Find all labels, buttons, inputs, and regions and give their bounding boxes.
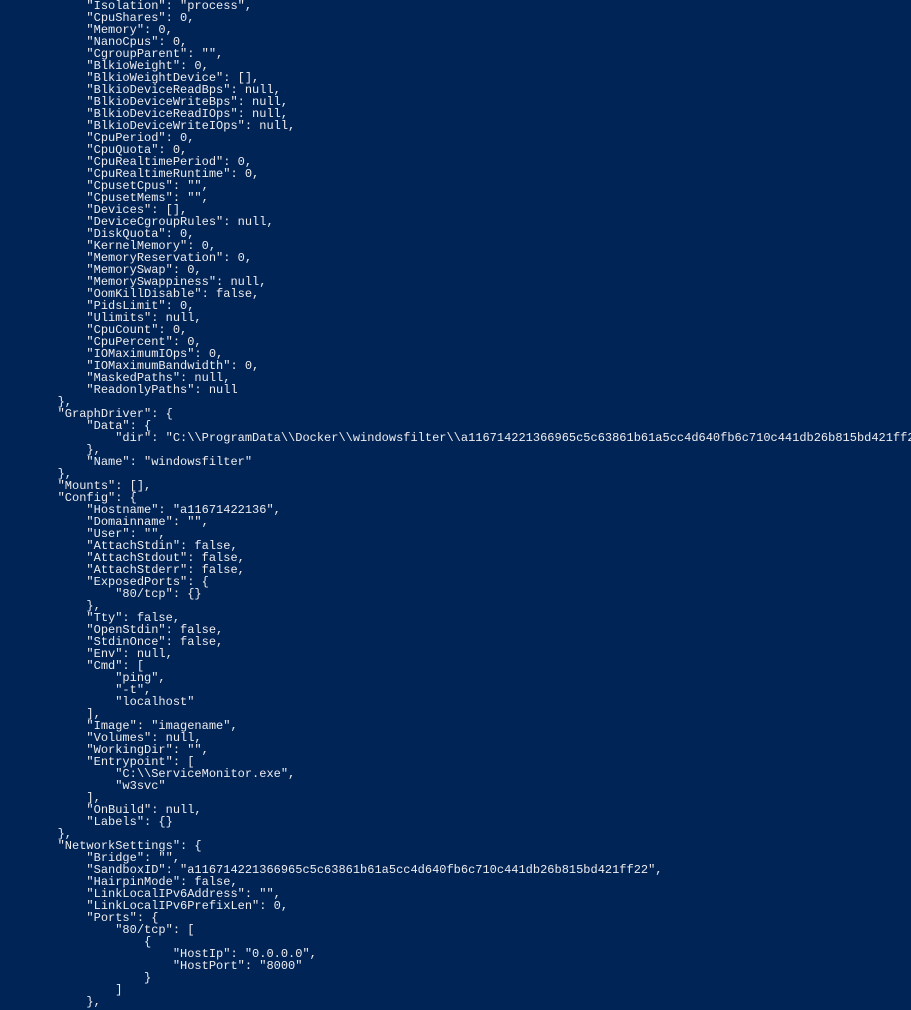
powershell-console-output: "Isolation": "process", "CpuShares": 0, … (0, 0, 911, 1008)
